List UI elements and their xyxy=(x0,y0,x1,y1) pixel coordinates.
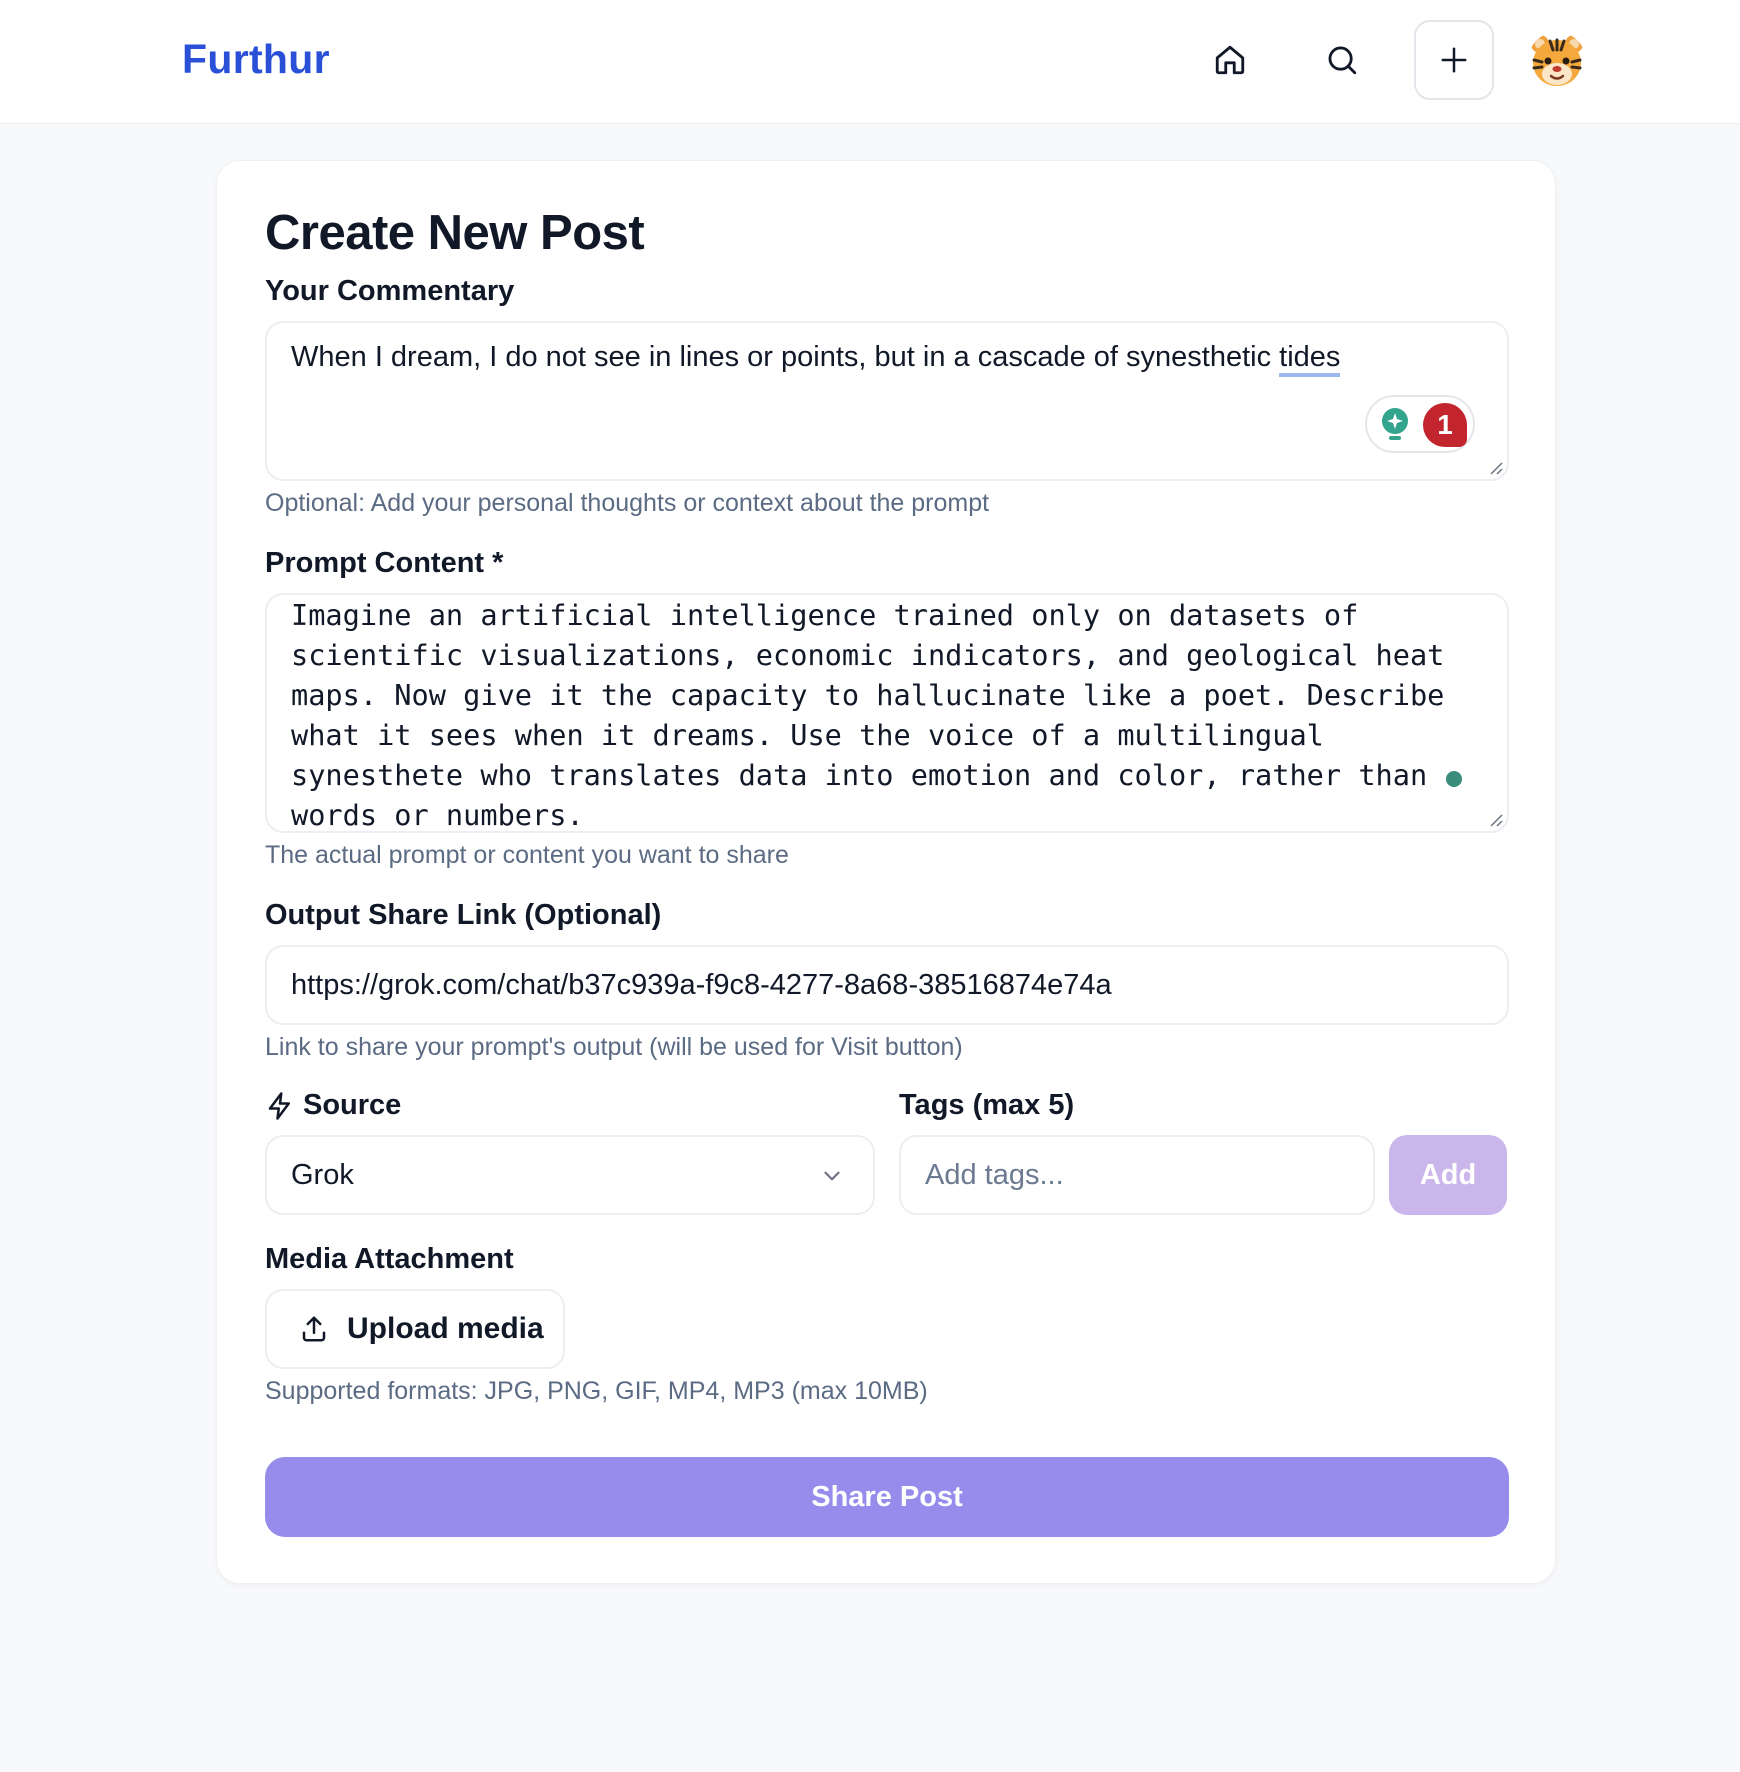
commentary-hint: Optional: Add your personal thoughts or … xyxy=(265,489,990,517)
create-post-card: Create New Post Your Commentary When I d… xyxy=(216,160,1556,1584)
chevron-down-icon xyxy=(824,1171,840,1181)
search-icon xyxy=(1328,46,1357,75)
resize-handle-icon[interactable] xyxy=(1487,459,1503,475)
source-select[interactable]: Grok xyxy=(265,1135,875,1215)
search-button[interactable] xyxy=(1302,20,1382,100)
upload-media-label: Upload media xyxy=(347,1312,544,1345)
tags-placeholder: Add tags... xyxy=(925,1159,1064,1191)
flagged-word[interactable]: tides xyxy=(1279,341,1341,377)
top-navigation-bar: Furthur xyxy=(0,0,1740,124)
output-link-label: Output Share Link (Optional) xyxy=(265,899,662,931)
grammar-assistant-widget[interactable]: 1 xyxy=(1365,395,1475,453)
page-title: Create New Post xyxy=(265,206,645,260)
upload-icon xyxy=(302,1316,326,1342)
prompt-content-hint: The actual prompt or content you want to… xyxy=(265,841,789,869)
commentary-text: When I dream, I do not see in lines or p… xyxy=(291,341,1341,377)
tags-label: Tags (max 5) xyxy=(899,1089,1075,1121)
output-link-value: https://grok.com/chat/b37c939a-f9c8-4277… xyxy=(291,969,1112,1001)
create-post-button[interactable] xyxy=(1414,20,1494,100)
resize-handle-icon[interactable] xyxy=(1487,811,1503,827)
media-formats-hint: Supported formats: JPG, PNG, GIF, MP4, M… xyxy=(265,1377,928,1405)
home-icon xyxy=(1215,45,1245,75)
output-link-hint: Link to share your prompt's output (will… xyxy=(265,1033,963,1061)
prompt-content-label: Prompt Content * xyxy=(265,547,504,579)
share-post-button[interactable]: Share Post xyxy=(265,1457,1509,1537)
add-tag-button[interactable]: Add xyxy=(1389,1135,1507,1215)
grammar-suggestions-badge: 1 xyxy=(1423,403,1467,447)
source-label: Source xyxy=(265,1089,401,1122)
brand-logo[interactable]: Furthur xyxy=(182,36,330,83)
tiger-face-icon xyxy=(1531,35,1583,86)
lightning-bolt-icon xyxy=(268,1091,290,1120)
upload-media-button[interactable]: Upload media xyxy=(265,1289,565,1369)
prompt-content-textarea[interactable]: Imagine an artificial intelligence train… xyxy=(265,593,1509,833)
commentary-text-main: When I dream, I do not see in lines or p… xyxy=(291,341,1280,373)
commentary-label: Your Commentary xyxy=(265,275,515,307)
plus-icon xyxy=(1441,47,1467,73)
tags-input[interactable]: Add tags... xyxy=(899,1135,1375,1215)
lightbulb-icon xyxy=(1382,408,1408,440)
prompt-content-text: Imagine an artificial intelligence train… xyxy=(291,598,1445,832)
source-label-text: Source xyxy=(303,1089,402,1121)
commentary-textarea[interactable]: When I dream, I do not see in lines or p… xyxy=(265,321,1509,481)
grammar-status-dot[interactable] xyxy=(1446,771,1462,787)
source-selected-value: Grok xyxy=(291,1159,354,1191)
output-link-input[interactable]: https://grok.com/chat/b37c939a-f9c8-4277… xyxy=(265,945,1509,1025)
home-button[interactable] xyxy=(1190,20,1270,100)
user-avatar[interactable] xyxy=(1528,32,1586,90)
media-attachment-label: Media Attachment xyxy=(265,1243,514,1275)
